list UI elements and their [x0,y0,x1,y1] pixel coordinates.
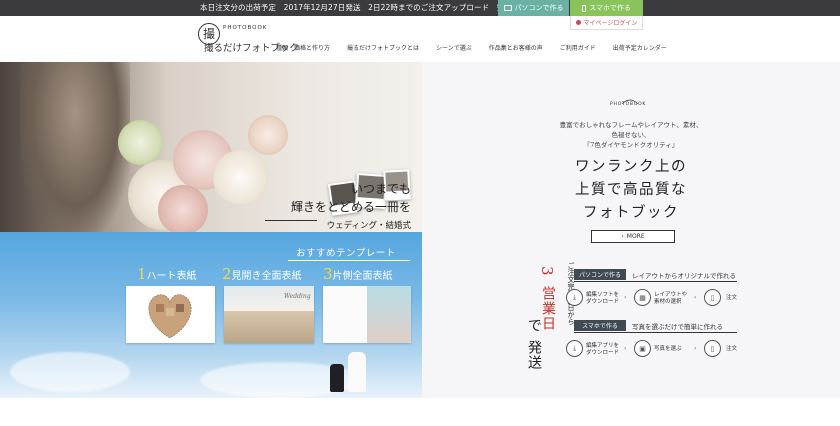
nav-item-guide[interactable]: ご利用ガイド [560,43,596,52]
templates-divider [288,260,410,261]
layout-icon: ▦ [634,289,651,306]
arrow-right-icon: › [694,294,697,301]
template-card-heart[interactable] [126,286,215,343]
template-2-label: 2見開き全面表紙 [222,265,302,283]
promo-logo-text: PHOTOBOOK [610,102,647,107]
shipping-de: で [526,318,542,332]
pc-step-1-label: 編集ソフトを ダウンロード [586,292,620,305]
arrow-right-icon: › [694,345,697,352]
pc-step-3-label: 注文 [726,295,738,301]
promo-description-3: 『7色ダイヤモンドクオリティ』 [583,141,679,149]
hero-line-1: いつまでも [350,182,411,196]
chevron-right-icon: › [621,233,624,240]
book-icon: ▯ [704,289,721,306]
shipping-notice: 本日注文分の出荷予定 2017年12月27日発送 2日22時までのご注文アップロ… [200,3,520,12]
mypage-login-link[interactable]: マイページログイン [570,16,643,30]
beach-image [224,311,314,343]
divider [574,281,737,282]
top-notice-bar: 本日注文分の出荷予定 2017年12月27日発送 2日22時までのご注文アップロ… [0,0,840,16]
couple-photo [367,286,411,343]
nav-item-calendar[interactable]: 出荷予定カレンダー [613,43,667,52]
templates-title: おすすめテンプレート [296,248,396,259]
user-icon [575,20,581,25]
sp-step-3-label: 注文 [726,346,738,352]
hero-line-2: 輝きをとどめる一冊を [290,200,411,214]
cloud [10,352,130,392]
sp-mode-tag[interactable]: スマホで作る [574,320,626,331]
download-icon: ⤓ [566,289,583,306]
monitor-icon [503,5,512,11]
nav-item-gallery[interactable]: 作品集とお客様の声 [489,43,543,52]
more-button[interactable]: › MORE [591,230,675,243]
groom-silhouette [330,364,344,392]
recommended-templates-banner[interactable]: おすすめテンプレート 1ハート表紙 2見開き全面表紙 3片側全面表紙 Weddi… [0,232,422,398]
logo-subtitle: PHOTOBOOK [223,25,268,31]
site-logo[interactable]: 撮 PHOTOBOOK 撮るだけフォトブック [198,21,299,55]
sp-step-1-label: 編集アプリを ダウンロード [586,343,620,356]
bride-photo [20,62,130,232]
nav-item-about[interactable]: 撮るだけフォトブックとは [347,43,419,52]
hero-copy: いつまでも 輝きをとどめる一冊を ウェディング・結婚式 [265,180,411,231]
shipping-days-number: 3 [538,266,556,276]
arrow-right-icon: › [624,345,627,352]
book-icon: ▯ [704,340,721,357]
blank-page [323,286,367,343]
photo-icon: ▣ [634,340,651,357]
bride-silhouette [348,352,366,392]
pc-create-button[interactable]: パソコンで作る [498,0,569,16]
template-card-spread[interactable]: Wedding [224,286,314,343]
arrow-right-icon: › [624,294,627,301]
shipping-hasso: 発送 [526,340,542,370]
hero-divider [265,220,317,221]
promo-description-2: 色褪せない、 [611,131,651,139]
template-card-side[interactable] [323,286,411,343]
promo-catch-1: ワンランク上の [575,159,687,175]
main-nav: 種類・価格と作り方 撮るだけフォトブックとは シーンで選ぶ 作品集とお客様の声 … [276,43,684,52]
nav-item-types-prices[interactable]: 種類・価格と作り方 [276,43,330,52]
wedding-script: Wedding [284,293,311,300]
page-bottom [0,398,840,426]
sp-step-2-label: 写真を選ぶ [654,346,682,352]
download-icon: ⤓ [566,340,583,357]
template-3-label: 3片側全面表紙 [323,265,393,283]
promo-panel: PHOTOBOOK 豊富でおしゃれなフレームやレイアウト、素材、 色褪せない、 … [422,62,840,398]
template-1-label: 1ハート表紙 [137,265,197,283]
divider [574,332,737,333]
nav-item-scenes[interactable]: シーンで選ぶ [436,43,472,52]
promo-description-1: 豊富でおしゃれなフレームやレイアウト、素材、 [559,121,703,129]
smartphone-create-button[interactable]: スマホで作る [570,0,643,16]
pc-mode-tag[interactable]: パソコンで作る [574,269,626,280]
pc-step-2-label: レイアウトや 素材の選択 [654,292,688,305]
wedding-hero-banner[interactable]: いつまでも 輝きをとどめる一冊を ウェディング・結婚式 [0,62,422,232]
pc-mode-description: レイアウトからオリジナルで作れる [632,272,736,280]
promo-catch-3: フォトブック [583,205,679,221]
heart-collage-icon [148,294,192,339]
sp-mode-description: 写真を選ぶだけで簡単に作れる [632,323,723,331]
promo-catch-2: 上質で高品質な [575,182,687,198]
phone-icon [582,4,587,12]
